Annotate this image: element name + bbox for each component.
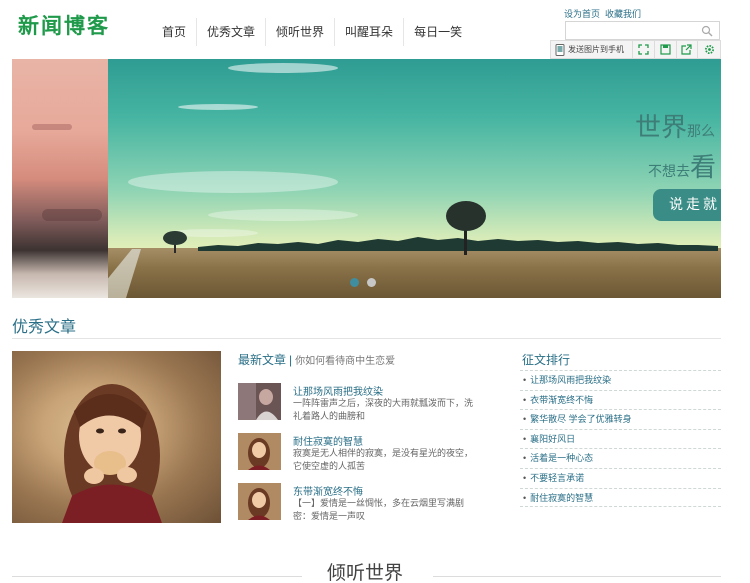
ranking-item[interactable]: • 活着是一种心态 <box>520 448 721 468</box>
latest-articles-subtitle[interactable]: 你如何看待商中生恋爱 <box>295 356 395 367</box>
article-excerpt: 一阵阵雷声之后，深夜的大雨就瓢泼而下，洗礼着路人的曲膀和 <box>293 398 474 421</box>
send-to-phone-button[interactable]: 发送图片到手机 <box>551 41 634 58</box>
section-divider <box>12 338 721 339</box>
banner-headline-line1: 世界那么 <box>635 113 716 143</box>
ranking-list: • 让那场风雨把我纹染 • 衣带渐宽终不悔 • 繁华散尽 学会了优雅转身 • 襄阳好风日… <box>520 370 721 508</box>
article-title[interactable]: 东带渐宽终不悔 <box>293 483 363 498</box>
carousel-dot-1[interactable] <box>350 278 359 287</box>
nav-listening-world[interactable]: 倾听世界 <box>265 18 334 46</box>
set-homepage-link[interactable]: 设为首页 <box>564 7 600 20</box>
phone-icon <box>555 43 565 56</box>
article-excerpt: 【一】爱情是一丝惆怅，多在云烟里写满剧密：爱情是一声叹 <box>293 498 465 521</box>
article-title[interactable]: 耐住寂寞的智慧 <box>293 433 363 448</box>
article-excerpt: 寂寞是无人相伴的寂寞，是没有星光的夜空，它使空虚的人孤苦 <box>293 448 474 471</box>
search-icon[interactable] <box>701 25 713 37</box>
settings-icon[interactable] <box>698 41 720 58</box>
search-box <box>565 21 720 41</box>
fullscreen-icon[interactable] <box>633 41 655 58</box>
ranking-title: 征文排行 <box>522 353 571 367</box>
bookmark-link[interactable]: 收藏我们 <box>605 7 641 20</box>
latest-articles-header: 最新文章 | 你如何看待商中生恋爱 <box>238 353 396 367</box>
share-icon[interactable] <box>677 41 699 58</box>
ranking-item[interactable]: • 衣带渐宽终不悔 <box>520 389 721 410</box>
ranking-item[interactable]: • 让那场风雨把我纹染 <box>520 370 721 390</box>
article-item[interactable]: 让那场风雨把我纹染 一阵阵雷声之后，深夜的大雨就瓢泼而下，洗礼着路人的曲膀和 <box>238 383 483 423</box>
section-title-listening: 倾听世界 <box>327 562 404 583</box>
article-thumbnail[interactable] <box>238 383 281 420</box>
featured-article-image[interactable] <box>12 351 221 523</box>
article-thumbnail[interactable] <box>238 433 281 470</box>
send-to-phone-label: 发送图片到手机 <box>568 45 624 54</box>
share-toolbar: 发送图片到手机 <box>550 40 721 59</box>
ranking-item[interactable]: • 不要轻言承诺 <box>520 467 721 488</box>
site-logo[interactable]: 新闻博客 <box>18 10 110 40</box>
large-tree <box>446 201 486 255</box>
nav-home[interactable]: 首页 <box>152 18 196 46</box>
nav-daily-laugh[interactable]: 每日一笑 <box>403 18 472 46</box>
section-divider-right <box>433 576 721 577</box>
article-thumbnail[interactable] <box>238 483 281 520</box>
banner-prev-slide[interactable] <box>12 59 108 298</box>
banner-carousel[interactable]: 世界那么 不想去看 说走就 <box>12 59 721 298</box>
search-input[interactable] <box>566 24 696 41</box>
nav-wake-ears[interactable]: 叫醒耳朵 <box>334 18 403 46</box>
banner-slide-image: 世界那么 不想去看 说走就 <box>108 59 721 298</box>
small-tree <box>163 231 187 253</box>
ranking-item[interactable]: • 耐住寂寞的智慧 <box>520 487 721 508</box>
article-title[interactable]: 让那场风雨把我纹染 <box>293 383 383 398</box>
nav-excellent-articles[interactable]: 优秀文章 <box>196 18 265 46</box>
ranking-item[interactable]: • 襄阳好风日 <box>520 428 721 449</box>
banner-cta-button[interactable]: 说走就 <box>653 189 721 221</box>
main-nav: 首页 优秀文章 倾听世界 叫醒耳朵 每日一笑 <box>152 18 472 46</box>
ranking-item[interactable]: • 繁华散尽 学会了优雅转身 <box>520 409 721 429</box>
save-icon[interactable] <box>655 41 677 58</box>
section-title-excellent: 优秀文章 <box>12 317 77 336</box>
banner-headline-line2: 不想去看 <box>648 153 717 183</box>
article-item[interactable]: 东带渐宽终不悔 【一】爱情是一丝惆怅，多在云烟里写满剧密：爱情是一声叹 <box>238 483 483 523</box>
article-item[interactable]: 耐住寂寞的智慧 寂寞是无人相伴的寂寞，是没有星光的夜空，它使空虚的人孤苦 <box>238 433 483 473</box>
latest-articles-title[interactable]: 最新文章 <box>238 353 286 367</box>
section-divider-left <box>12 576 302 577</box>
top-links: 设为首页 收藏我们 <box>564 7 641 20</box>
carousel-dot-2[interactable] <box>367 278 376 287</box>
